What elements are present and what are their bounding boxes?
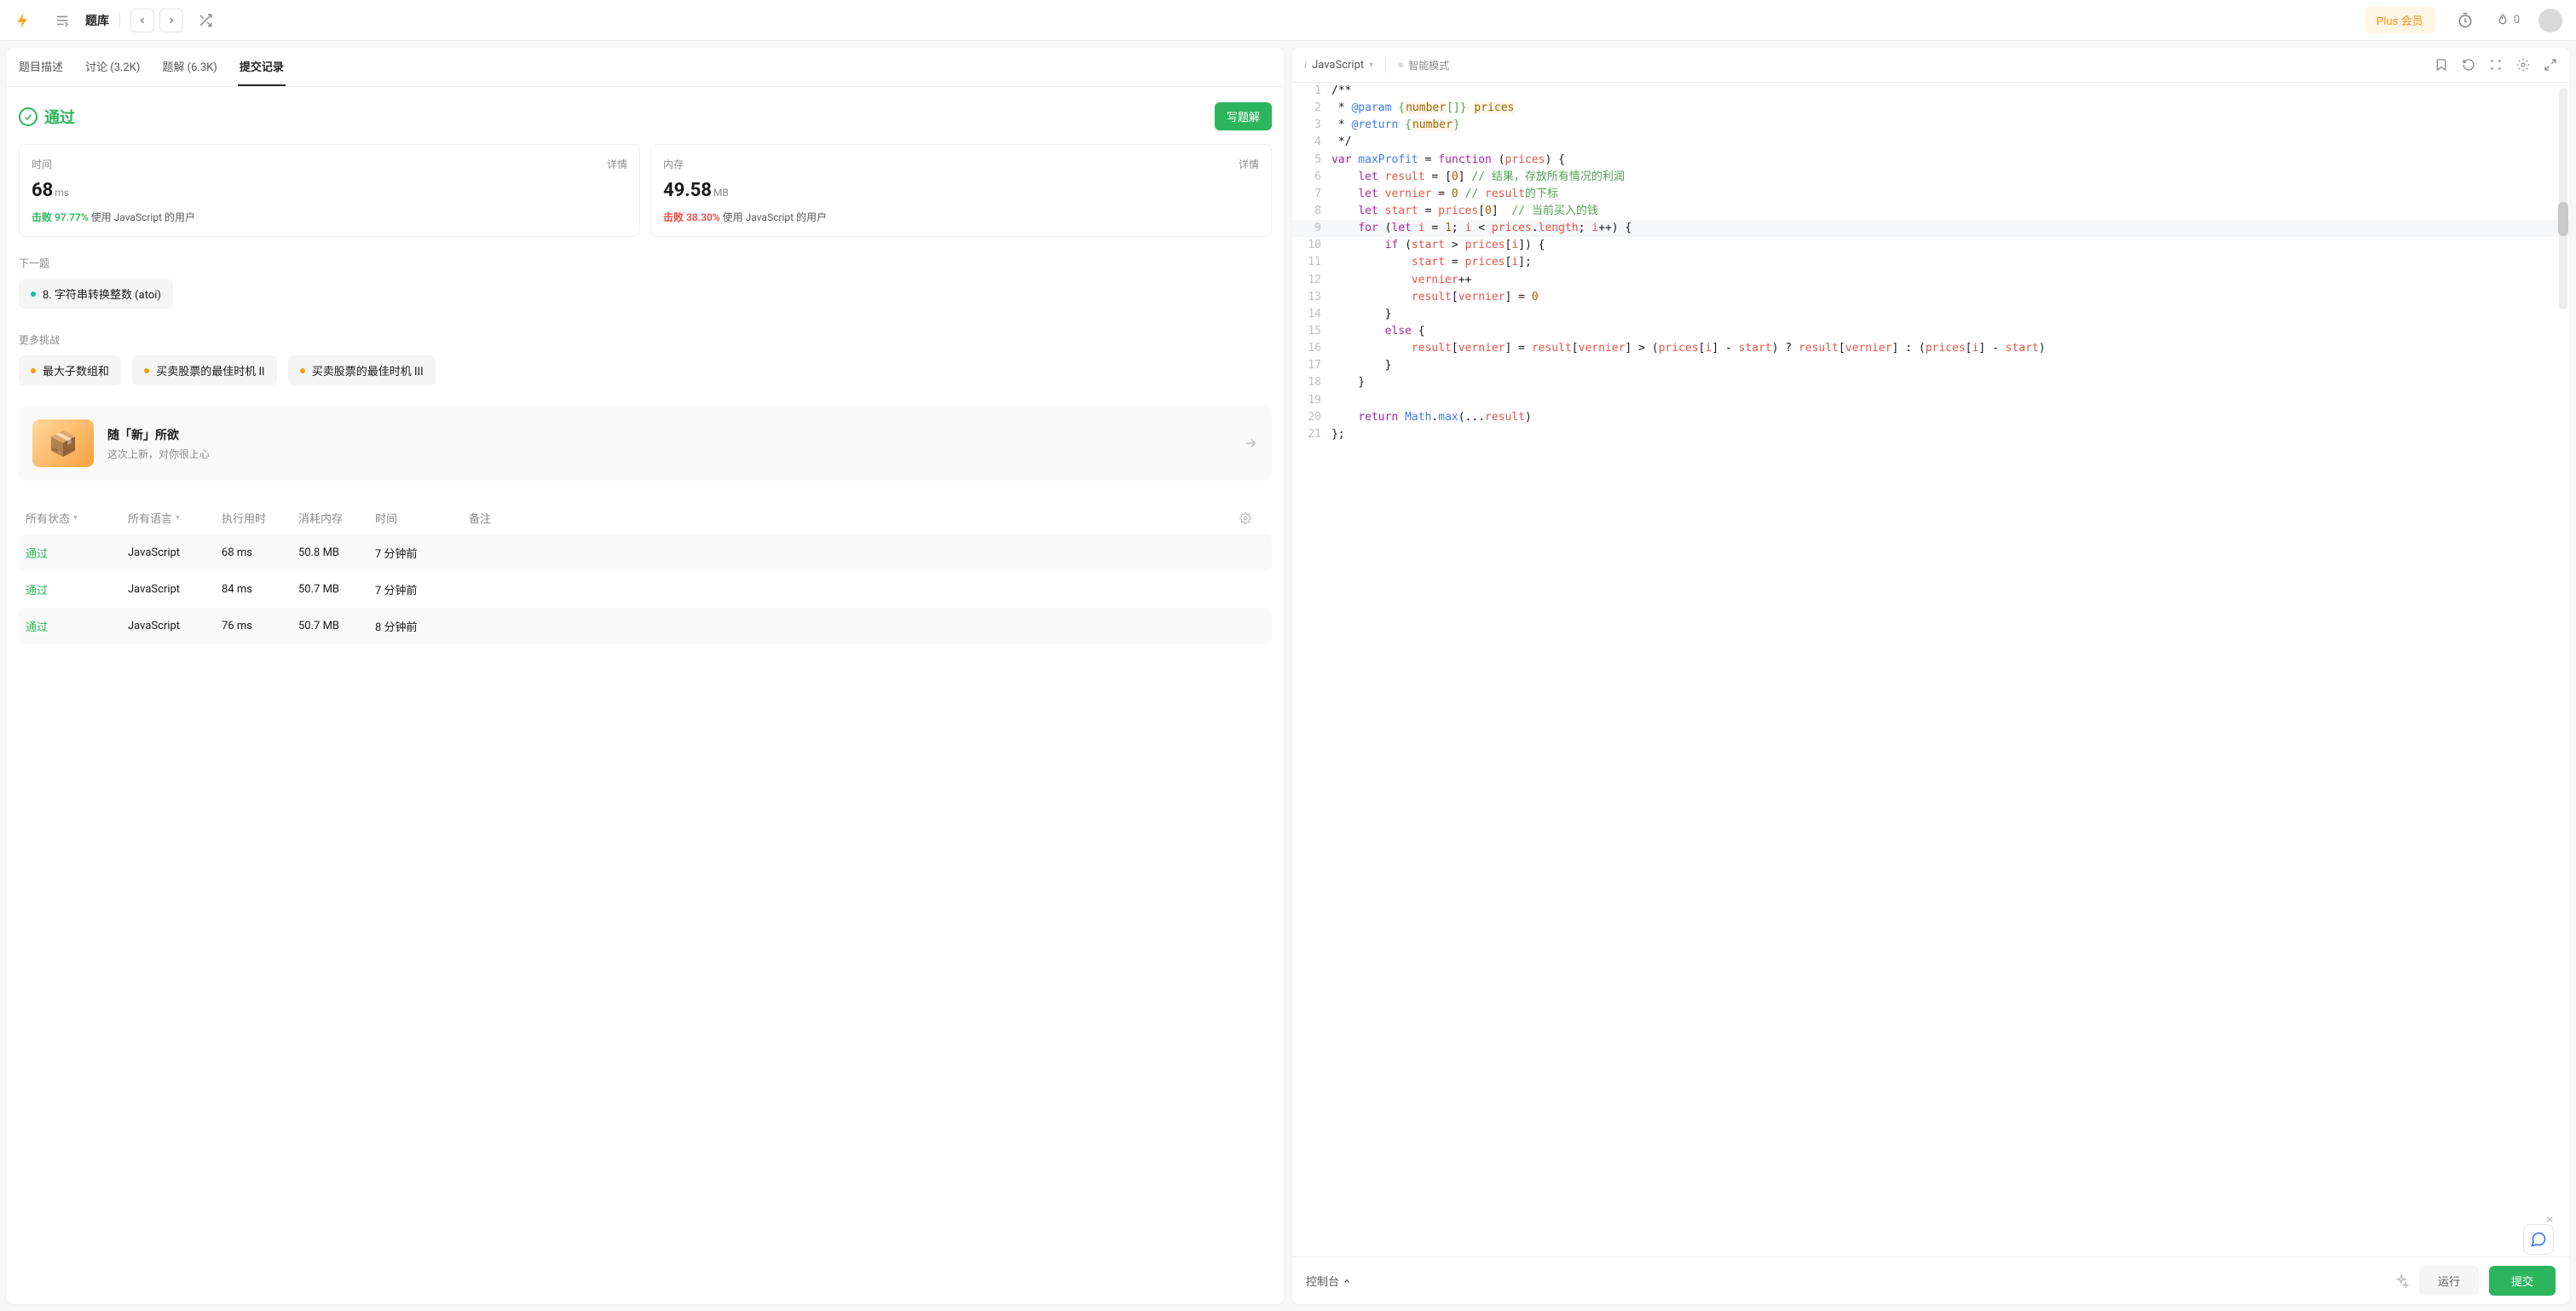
status-accepted: 通过 — [19, 106, 75, 128]
metric-time-label: 时间 — [32, 157, 52, 171]
header-status[interactable]: 所有状态 ▾ — [26, 510, 128, 526]
next-button[interactable] — [159, 9, 183, 32]
nav-buttons — [130, 9, 183, 32]
streak-counter[interactable]: 0 — [2495, 13, 2520, 28]
scrollbar[interactable] — [2559, 88, 2567, 309]
bookmark-icon[interactable] — [2434, 58, 2448, 72]
divider — [119, 12, 120, 29]
more-label: 更多挑战 — [19, 332, 1272, 347]
metric-time: 时间 详情 68ms 击败 97.77% 使用 JavaScript 的用户 — [19, 144, 640, 237]
metric-memory-unit: MB — [713, 187, 729, 199]
keyboard-icon[interactable] — [2489, 58, 2503, 72]
promo-image: 📦 — [32, 419, 94, 467]
language-label: JavaScript — [1312, 59, 1364, 72]
metric-time-value: 68 — [32, 180, 53, 201]
avatar[interactable] — [2538, 9, 2562, 32]
sparkle-icon[interactable] — [2394, 1273, 2409, 1289]
chevron-down-icon: ▾ — [1369, 61, 1373, 70]
status-text: 通过 — [44, 106, 75, 128]
metric-time-unit: ms — [55, 187, 69, 199]
list-icon[interactable] — [49, 8, 75, 33]
header-time: 时间 — [375, 510, 469, 526]
fullscreen-icon[interactable] — [2544, 58, 2557, 72]
editor-footer: 控制台 运行 提交 — [1292, 1256, 2569, 1304]
chevron-down-icon: ▾ — [176, 513, 180, 523]
chat-fab[interactable] — [2523, 1224, 2554, 1255]
header-runtime: 执行用时 — [222, 510, 298, 526]
table-row[interactable]: 通过JavaScript76 ms50.7 MB8 分钟前 — [19, 608, 1272, 644]
challenge-chip[interactable]: 买卖股票的最佳时机 II — [132, 355, 276, 385]
tab-description[interactable]: 题目描述 — [17, 48, 65, 86]
tab-discuss[interactable]: 讨论 (3.2K) — [84, 48, 142, 86]
logo-icon[interactable] — [14, 11, 32, 30]
submissions-table: 所有状态 ▾ 所有语言 ▾ 执行用时 消耗内存 时间 备注 通过JavaScri… — [19, 501, 1272, 644]
gear-icon[interactable] — [1239, 512, 1265, 524]
smart-mode[interactable]: 智能模式 — [1398, 58, 1449, 72]
metric-memory-label: 内存 — [663, 157, 684, 171]
difficulty-dot-icon — [144, 368, 149, 373]
code-editor[interactable]: 1/**2 * @param {number[]} prices3 * @ret… — [1292, 83, 2569, 1256]
streak-count: 0 — [2514, 14, 2520, 26]
header-lang[interactable]: 所有语言 ▾ — [128, 510, 222, 526]
tabs: 题目描述 讨论 (3.2K) 题解 (6.3K) 提交记录 — [7, 48, 1284, 87]
more-challenges: 最大子数组和 买卖股票的最佳时机 II 买卖股票的最佳时机 III — [19, 355, 1272, 394]
difficulty-dot-icon — [31, 368, 36, 373]
divider — [1385, 56, 1386, 73]
prev-button[interactable] — [130, 9, 154, 32]
write-solution-button[interactable]: 写题解 — [1215, 102, 1272, 130]
header-note: 备注 — [469, 510, 1239, 526]
header-memory: 消耗内存 — [298, 510, 375, 526]
editor-header: i JavaScript ▾ 智能模式 — [1292, 48, 2569, 83]
promo-banner[interactable]: 📦 随「新」所欲 这次上新，对你很上心 — [19, 406, 1272, 481]
settings-icon[interactable] — [2516, 58, 2530, 72]
status-dot-icon — [1398, 62, 1403, 67]
topbar: 题库 Plus 会员 0 — [0, 0, 2576, 41]
next-problem-text: 8. 字符串转换整数 (atoi) — [43, 286, 161, 302]
info-icon: i — [1304, 59, 1307, 72]
next-label: 下一题 — [19, 256, 1272, 270]
console-toggle[interactable]: 控制台 — [1306, 1273, 1351, 1289]
metric-memory: 内存 详情 49.58MB 击败 38.30% 使用 JavaScript 的用… — [650, 144, 1272, 237]
scrollbar-thumb[interactable] — [2558, 202, 2568, 236]
promo-title: 随「新」所欲 — [107, 426, 1229, 443]
table-row[interactable]: 通过JavaScript68 ms50.8 MB7 分钟前 — [19, 534, 1272, 571]
challenge-chip[interactable]: 最大子数组和 — [19, 355, 121, 385]
table-row[interactable]: 通过JavaScript84 ms50.7 MB7 分钟前 — [19, 571, 1272, 608]
submissions-header: 所有状态 ▾ 所有语言 ▾ 执行用时 消耗内存 时间 备注 — [19, 501, 1272, 534]
run-button[interactable]: 运行 — [2419, 1266, 2479, 1296]
timer-icon[interactable] — [2452, 8, 2478, 33]
metric-time-detail[interactable]: 详情 — [607, 157, 627, 171]
left-panel: 题目描述 讨论 (3.2K) 题解 (6.3K) 提交记录 通过 写题解 — [7, 48, 1284, 1304]
shuffle-icon[interactable] — [193, 9, 217, 32]
promo-subtitle: 这次上新，对你很上心 — [107, 447, 1229, 461]
metric-memory-detail[interactable]: 详情 — [1239, 157, 1259, 171]
top-title[interactable]: 题库 — [85, 12, 109, 29]
next-problem-chip[interactable]: 8. 字符串转换整数 (atoi) — [19, 279, 173, 309]
challenge-chip[interactable]: 买卖股票的最佳时机 III — [288, 355, 436, 385]
tab-solutions[interactable]: 题解 (6.3K) — [160, 48, 218, 86]
check-icon — [19, 107, 38, 126]
right-panel: i JavaScript ▾ 智能模式 — [1292, 48, 2569, 1304]
submit-button[interactable]: 提交 — [2489, 1266, 2556, 1296]
arrow-right-icon — [1243, 436, 1258, 451]
plus-member-button[interactable]: Plus 会员 — [2365, 7, 2435, 33]
tab-submissions[interactable]: 提交记录 — [238, 48, 286, 86]
difficulty-dot-icon — [31, 292, 36, 297]
metric-memory-value: 49.58 — [663, 180, 712, 201]
language-selector[interactable]: i JavaScript ▾ — [1304, 59, 1373, 72]
chevron-down-icon: ▾ — [73, 513, 78, 523]
difficulty-dot-icon — [300, 368, 305, 373]
reset-icon[interactable] — [2462, 58, 2475, 72]
